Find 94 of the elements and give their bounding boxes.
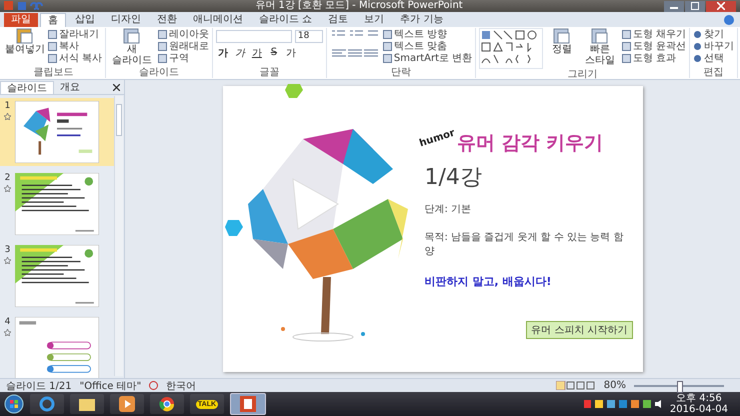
font-name-field[interactable]	[216, 30, 292, 43]
ribbon-tab[interactable]: 파일	[4, 13, 38, 27]
ribbon-tab[interactable]: 애니메이션	[186, 13, 250, 27]
ribbon-tab[interactable]: 삽입	[68, 13, 102, 27]
ribbon-button[interactable]: 텍스트 맞춤	[382, 40, 472, 52]
ribbon-button[interactable]: SmartArt로 변환	[382, 52, 472, 64]
format-button[interactable]: 가	[232, 46, 247, 59]
group-label: 편집	[702, 67, 724, 78]
theme-name: "Office 테마"	[80, 380, 142, 392]
slide-number: 3	[4, 245, 10, 255]
slide-thumbnail-row[interactable]: 1	[0, 98, 114, 166]
group-label: 단락	[390, 67, 412, 78]
zoom-slider-thumb[interactable]	[677, 380, 683, 392]
ribbon-tab[interactable]: 디자인	[104, 13, 148, 27]
star-icon	[4, 329, 11, 336]
start-button[interactable]: 유머 스피치 시작하기	[526, 320, 632, 338]
ribbon-tab[interactable]: 검토	[321, 13, 356, 27]
slide-subtitle: 1/4강	[424, 164, 483, 192]
humor-tag: humor	[418, 127, 456, 149]
format-button[interactable]: S	[266, 46, 281, 59]
close-icon[interactable]	[113, 84, 120, 90]
scrollbar[interactable]	[114, 96, 123, 376]
slide-slogan: 비판하지 말고, 배웁시다!	[424, 274, 552, 288]
star-icon	[4, 257, 11, 264]
group-label: 클립보드	[32, 67, 75, 78]
play-icon	[119, 396, 135, 412]
clock-time: 오후 4:56	[676, 393, 722, 404]
slide-thumbnail-row[interactable]: 4	[0, 314, 114, 378]
view-buttons-icon[interactable]	[556, 381, 596, 390]
ribbon-tab[interactable]: 전환	[150, 13, 184, 27]
close-button[interactable]	[706, 0, 736, 12]
shapes-gallery[interactable]	[479, 28, 544, 69]
zoom-percent: 80%	[604, 380, 626, 391]
ribbon-tab[interactable]: 추가 기능	[393, 13, 450, 27]
ribbon-button[interactable]: 찾기	[693, 28, 734, 40]
font-size-field[interactable]: 18	[294, 30, 323, 43]
slide-number: 4	[4, 317, 10, 327]
ribbon-tab[interactable]: 슬라이드 쇼	[252, 13, 320, 27]
ribbon-button[interactable]: 잘라내기	[48, 28, 102, 40]
ribbon-button[interactable]: 도형 채우기	[622, 28, 686, 40]
folder-icon	[79, 397, 95, 411]
panel-tab[interactable]: 슬라이드	[0, 80, 54, 94]
slide-title: 유머 감각 키우기	[456, 130, 604, 156]
taskbar-app-button[interactable]	[150, 394, 184, 414]
ribbon-button[interactable]: 도형 윤곽선	[622, 40, 686, 52]
star-icon	[4, 113, 11, 120]
format-button[interactable]: 가	[284, 46, 298, 59]
group-label: 슬라이드	[138, 67, 180, 78]
ribbon-button[interactable]: 새 슬라이드	[109, 28, 155, 66]
gem-icon	[285, 84, 303, 98]
star-icon	[4, 185, 11, 192]
ribbon-button[interactable]: 복사	[48, 40, 102, 52]
maximize-button[interactable]	[685, 0, 705, 12]
start-button[interactable]	[4, 394, 24, 414]
group-label: 그리기	[566, 69, 599, 80]
circle-logo-icon	[159, 396, 175, 412]
ribbon-button[interactable]: 레이아웃	[158, 28, 209, 40]
presentation-icon	[240, 396, 256, 412]
panel-tab[interactable]: 개요	[54, 80, 86, 94]
ribbon-button[interactable]: 선택	[693, 52, 734, 64]
ribbon-tab[interactable]: 홈	[40, 13, 66, 27]
tray-icons[interactable]	[584, 399, 664, 409]
slide-text: 목적: 남들을 즐겁게 웃게 할 수 있는 능력 함양	[424, 230, 624, 258]
help-icon[interactable]	[724, 14, 734, 24]
ribbon-button[interactable]: 구역	[158, 52, 209, 64]
spellcheck-icon[interactable]	[149, 381, 158, 390]
ribbon-button[interactable]: 바꾸기	[693, 40, 734, 52]
slide-text: 단계: 기본	[424, 202, 472, 216]
ribbon-tab[interactable]: 보기	[357, 13, 392, 27]
close-icon	[717, 2, 725, 10]
ribbon-button[interactable]: 텍스트 방향	[382, 28, 472, 40]
ribbon-button[interactable]: 원래대로	[158, 40, 209, 52]
taskbar-app-button[interactable]	[70, 394, 104, 414]
ribbon-button[interactable]: 붙여넣기	[5, 28, 45, 55]
group-label: 글꼴	[258, 67, 280, 78]
format-button[interactable]: 가	[216, 46, 230, 59]
slide-thumbnail-row[interactable]: 2	[0, 170, 114, 238]
globe-icon	[39, 396, 55, 412]
ribbon-button[interactable]: 도형 효과	[622, 52, 686, 64]
gem-icon	[225, 220, 243, 236]
slide-counter: 슬라이드 1/21	[6, 380, 72, 392]
ribbon-button[interactable]: 서식 복사	[48, 52, 102, 64]
taskbar-app-button[interactable]	[110, 394, 144, 414]
language-label: 한국어	[166, 380, 196, 392]
maximize-icon	[691, 2, 699, 10]
ribbon-button[interactable]: 정렬	[546, 28, 578, 55]
minimize-button[interactable]	[664, 0, 684, 12]
slide-number: 1	[4, 101, 10, 111]
window-title: 유머 1강 [호환 모드] - Microsoft PowerPoint	[254, 0, 464, 12]
clock-date: 2016-04-04	[670, 404, 728, 415]
ribbon-button[interactable]: 빠른 스타일	[581, 28, 619, 66]
format-button[interactable]: 가	[250, 46, 264, 59]
slide-thumbnail-row[interactable]: 3	[0, 242, 114, 310]
slide-number: 2	[4, 173, 10, 183]
